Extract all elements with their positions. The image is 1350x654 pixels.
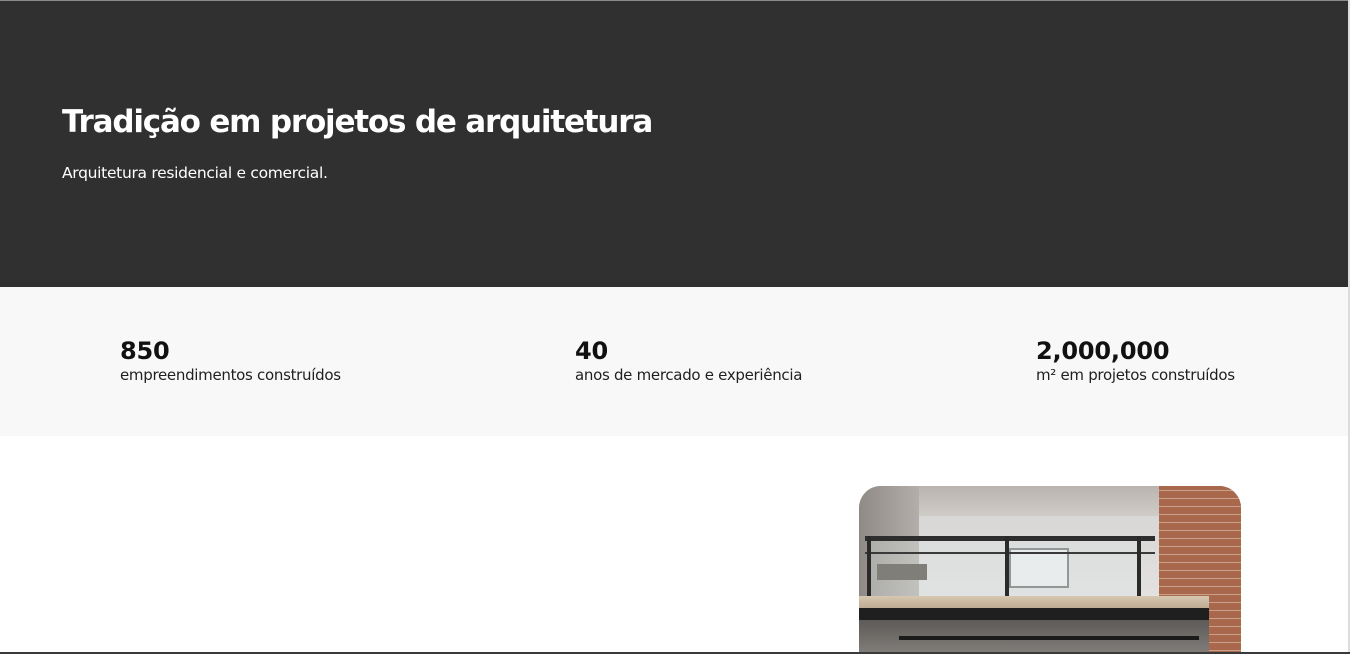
stat-square-meters: 2,000,000 m² em projetos construídos [1036, 337, 1235, 385]
stat-projects-built: 850 empreendimentos construídos [120, 337, 341, 385]
photo-stair-rail [899, 636, 1199, 640]
stat-label: m² em projetos construídos [1036, 366, 1235, 384]
stat-value: 40 [575, 337, 608, 365]
stat-value: 2,000,000 [1036, 337, 1170, 365]
top-border [0, 0, 1350, 1]
stat-value: 850 [120, 337, 170, 365]
photo-glass-railing [871, 541, 1137, 597]
hero-section: Tradição em projetos de arquitetura Arqu… [0, 0, 1350, 287]
stat-years-experience: 40 anos de mercado e experiência [575, 337, 802, 385]
stat-label: anos de mercado e experiência [575, 366, 803, 384]
photo-steel-beam [859, 608, 1209, 620]
page: Tradição em projetos de arquitetura Arqu… [0, 0, 1350, 654]
photo-rail-post [1137, 536, 1141, 602]
photo-rail-post [867, 536, 871, 602]
photo-rail-mid [865, 552, 1155, 554]
stat-label: empreendimentos construídos [120, 366, 341, 384]
photo-rail-top [865, 536, 1155, 541]
stats-section: 850 empreendimentos construídos 40 anos … [0, 287, 1350, 436]
photo-rail-post [1005, 536, 1009, 602]
project-photo [859, 486, 1241, 654]
hero-subtitle: Arquitetura residencial e comercial. [62, 164, 328, 182]
hero-title: Tradição em projetos de arquitetura [62, 104, 653, 140]
